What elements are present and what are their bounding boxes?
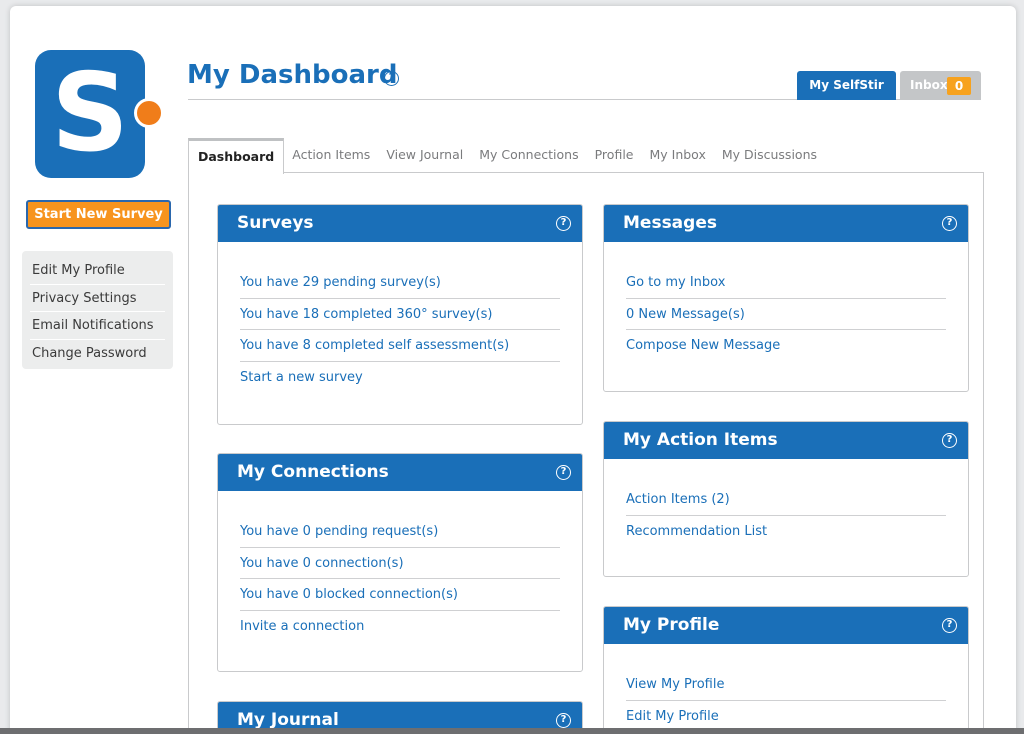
help-icon[interactable]: ? bbox=[384, 71, 399, 86]
tab-dashboard[interactable]: Dashboard bbox=[188, 138, 285, 174]
logo-letter: S bbox=[51, 51, 129, 176]
connections-widget: My Connections ? You have 0 pending requ… bbox=[217, 453, 583, 672]
sidebar-item-change-password[interactable]: Change Password bbox=[30, 340, 165, 368]
help-icon[interactable]: ? bbox=[556, 216, 571, 231]
tab-profile[interactable]: Profile bbox=[587, 138, 642, 172]
tab-inbox[interactable]: Inbox 0 bbox=[900, 71, 981, 100]
connections-link[interactable]: You have 0 connection(s) bbox=[240, 548, 560, 579]
window-bottom-edge bbox=[0, 728, 1024, 734]
recommendation-list-link[interactable]: Recommendation List bbox=[626, 516, 946, 548]
sidebar-item-email-notifications[interactable]: Email Notifications bbox=[30, 312, 165, 340]
help-icon[interactable]: ? bbox=[556, 713, 571, 728]
tab-action-items[interactable]: Action Items bbox=[284, 138, 378, 172]
profile-widget: My Profile ? View My Profile Edit My Pro… bbox=[603, 606, 969, 734]
widget-title: My Action Items bbox=[623, 430, 778, 450]
inbox-tab-label: Inbox bbox=[910, 78, 948, 92]
help-icon[interactable]: ? bbox=[942, 216, 957, 231]
completed-360-surveys-link[interactable]: You have 18 completed 360° survey(s) bbox=[240, 299, 560, 330]
selfstir-logo[interactable]: S bbox=[35, 50, 164, 178]
widget-title: My Connections bbox=[237, 462, 389, 482]
tab-my-connections[interactable]: My Connections bbox=[471, 138, 586, 172]
widget-header: My Connections ? bbox=[218, 454, 582, 491]
logo-dot bbox=[134, 98, 164, 128]
widget-header: Messages ? bbox=[604, 205, 968, 242]
surveys-widget: Surveys ? You have 29 pending survey(s) … bbox=[217, 204, 583, 425]
sidebar-item-privacy-settings[interactable]: Privacy Settings bbox=[30, 285, 165, 312]
completed-self-assessments-link[interactable]: You have 8 completed self assessment(s) bbox=[240, 330, 560, 362]
tab-my-discussions[interactable]: My Discussions bbox=[714, 138, 825, 172]
help-icon[interactable]: ? bbox=[942, 433, 957, 448]
compose-message-link[interactable]: Compose New Message bbox=[626, 330, 946, 362]
blocked-connections-link[interactable]: You have 0 blocked connection(s) bbox=[240, 579, 560, 611]
widget-header: My Action Items ? bbox=[604, 422, 968, 459]
widget-header: Surveys ? bbox=[218, 205, 582, 242]
pending-surveys-link[interactable]: You have 29 pending survey(s) bbox=[240, 267, 560, 299]
page-title: My Dashboard bbox=[187, 60, 398, 90]
widget-header: My Profile ? bbox=[604, 607, 968, 644]
action-items-widget: My Action Items ? Action Items (2) Recom… bbox=[603, 421, 969, 577]
new-messages-link[interactable]: 0 New Message(s) bbox=[626, 299, 946, 330]
nav-tabs: Dashboard Action Items View Journal My C… bbox=[188, 138, 825, 174]
action-items-link[interactable]: Action Items (2) bbox=[626, 484, 946, 516]
start-new-survey-button[interactable]: Start New Survey bbox=[26, 200, 171, 229]
widget-title: My Profile bbox=[623, 615, 720, 635]
invite-connection-link[interactable]: Invite a connection bbox=[240, 611, 560, 643]
help-icon[interactable]: ? bbox=[942, 618, 957, 633]
sidebar-menu: Edit My Profile Privacy Settings Email N… bbox=[22, 251, 173, 369]
start-new-survey-link[interactable]: Start a new survey bbox=[240, 362, 560, 394]
widget-title: Surveys bbox=[237, 213, 314, 233]
tab-my-inbox[interactable]: My Inbox bbox=[641, 138, 713, 172]
messages-widget: Messages ? Go to my Inbox 0 New Message(… bbox=[603, 204, 969, 392]
pending-requests-link[interactable]: You have 0 pending request(s) bbox=[240, 516, 560, 548]
tab-view-journal[interactable]: View Journal bbox=[378, 138, 471, 172]
go-to-inbox-link[interactable]: Go to my Inbox bbox=[626, 267, 946, 299]
sidebar-item-edit-profile[interactable]: Edit My Profile bbox=[30, 257, 165, 285]
widget-title: Messages bbox=[623, 213, 717, 233]
view-profile-link[interactable]: View My Profile bbox=[626, 669, 946, 701]
tab-my-selfstir[interactable]: My SelfStir bbox=[797, 71, 896, 100]
help-icon[interactable]: ? bbox=[556, 465, 571, 480]
inbox-count-badge: 0 bbox=[947, 77, 971, 95]
